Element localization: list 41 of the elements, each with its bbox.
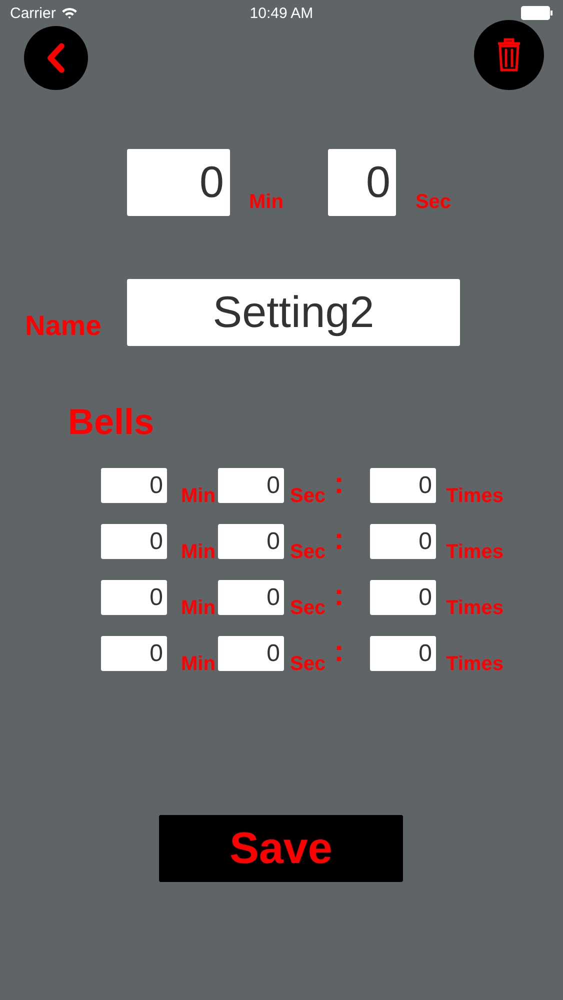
bell-times-label: Times — [446, 653, 504, 675]
colon-separator: : — [334, 578, 345, 613]
name-field[interactable]: Setting2 — [127, 279, 460, 346]
colon-separator: : — [334, 634, 345, 669]
bell-times-field[interactable]: 0 — [370, 524, 436, 559]
name-label: Name — [25, 310, 102, 342]
wifi-icon — [60, 7, 78, 19]
seconds-field[interactable]: 0 — [328, 149, 396, 216]
bell-times-label: Times — [446, 597, 504, 619]
bell-minutes-label: Min — [180, 597, 216, 619]
bell-minutes-label: Min — [180, 541, 216, 563]
bell-minutes-label: Min — [180, 653, 216, 675]
bell-seconds-field[interactable]: 0 — [218, 636, 284, 671]
carrier-name: Carrier — [10, 4, 56, 22]
minutes-label: Min — [249, 191, 284, 214]
bell-seconds-field[interactable]: 0 — [218, 524, 284, 559]
bell-seconds-field[interactable]: 0 — [218, 468, 284, 503]
minutes-field[interactable]: 0 — [127, 149, 230, 216]
colon-separator: : — [334, 466, 345, 501]
bell-minutes-field[interactable]: 0 — [101, 468, 167, 503]
bell-seconds-label: Sec — [290, 597, 327, 619]
bell-minutes-field[interactable]: 0 — [101, 580, 167, 615]
bell-times-label: Times — [446, 485, 504, 507]
bell-minutes-field[interactable]: 0 — [101, 636, 167, 671]
battery-icon — [521, 6, 553, 20]
colon-separator: : — [334, 522, 345, 557]
bell-times-label: Times — [446, 541, 504, 563]
bell-seconds-label: Sec — [290, 485, 327, 507]
bells-heading: Bells — [68, 401, 156, 443]
status-time: 10:49 AM — [250, 4, 314, 22]
seconds-label: Sec — [415, 191, 452, 214]
bell-times-field[interactable]: 0 — [370, 636, 436, 671]
trash-icon — [497, 38, 521, 72]
bell-times-field[interactable]: 0 — [370, 468, 436, 503]
bell-seconds-label: Sec — [290, 653, 327, 675]
bell-seconds-field[interactable]: 0 — [218, 580, 284, 615]
bell-times-field[interactable]: 0 — [370, 580, 436, 615]
bell-minutes-label: Min — [180, 485, 216, 507]
save-button[interactable]: Save — [159, 815, 403, 882]
bell-minutes-field[interactable]: 0 — [101, 524, 167, 559]
bell-seconds-label: Sec — [290, 541, 327, 563]
